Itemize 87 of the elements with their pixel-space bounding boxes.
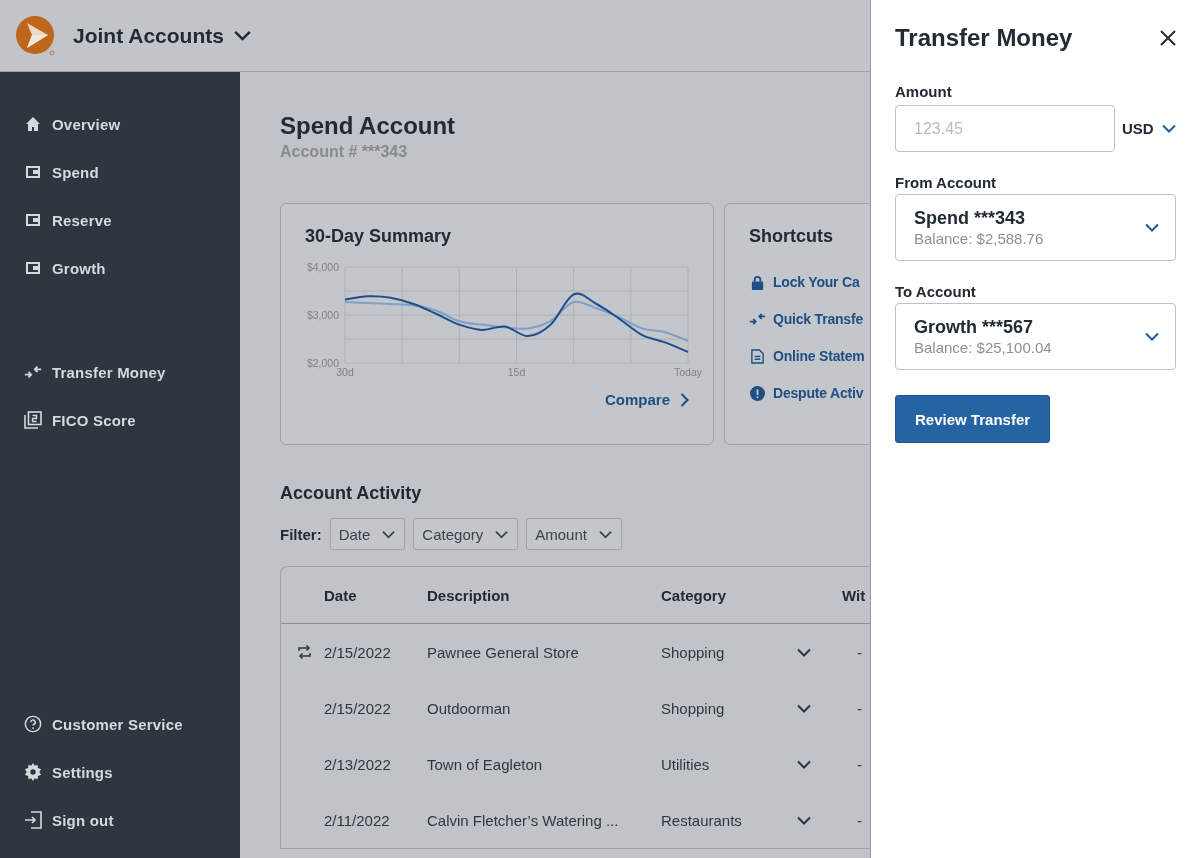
lock-icon <box>749 274 766 290</box>
from-account-select[interactable]: Spend ***343 Balance: $2,588.76 <box>895 194 1176 261</box>
account-switcher[interactable]: Joint Accounts <box>73 23 251 48</box>
currency-dropdown[interactable]: USD <box>1122 120 1176 137</box>
transfer-arrows-icon <box>24 364 42 380</box>
settings-icon <box>24 763 42 781</box>
chevron-down-icon <box>1145 223 1159 232</box>
table-cell-text: Shopping <box>661 643 726 661</box>
axis-label: Today <box>674 366 702 378</box>
transfer-arrows-icon <box>749 312 766 326</box>
chevron-down-icon <box>797 815 811 825</box>
table-cell-text: - <box>856 755 863 773</box>
wallet-icon <box>24 164 42 180</box>
compare-link[interactable]: Compare <box>604 391 689 408</box>
filter-dropdown[interactable]: Category <box>413 518 519 550</box>
chevron-down-icon <box>797 647 811 657</box>
filter-label: Filter: <box>280 525 322 543</box>
nav-item[interactable]: Transfer Money <box>0 348 240 396</box>
nav-item[interactable]: FICO Score <box>0 396 240 444</box>
table-cell-text: Utilities <box>661 755 711 773</box>
card-title: 30-Day Summary <box>305 226 453 247</box>
table-cell-text: 2/13/2022 <box>324 755 392 773</box>
chevron-down-icon <box>1161 124 1176 133</box>
chevron-down-icon <box>598 529 612 539</box>
account-number: Account # ***343 <box>280 143 409 161</box>
table-cell-text: 2/15/2022 <box>324 643 392 661</box>
close-icon <box>1160 30 1176 46</box>
field-label: From Account <box>895 174 998 191</box>
chevron-down-icon <box>495 529 509 539</box>
nav-item[interactable]: Spend <box>0 148 240 196</box>
card-title: Shortcuts <box>749 226 834 247</box>
table-cell-text: 2/15/2022 <box>324 699 392 717</box>
document-icon <box>749 348 766 364</box>
review-transfer-button[interactable]: Review Transfer <box>895 395 1051 443</box>
filter-dropdown[interactable]: Amount <box>526 518 622 550</box>
to-account-select[interactable]: Growth ***567 Balance: $25,100.04 <box>895 303 1176 370</box>
chevron-down-icon <box>1145 332 1159 341</box>
stacked-pages-icon <box>24 411 42 429</box>
table-cell-text: - <box>856 811 863 829</box>
chevron-right-icon <box>680 392 689 407</box>
column-header: Wit <box>842 586 867 604</box>
table-cell-text: Restaurants <box>661 811 743 829</box>
table-cell-text: Outdoorman <box>427 699 512 717</box>
section-title: Account Activity <box>280 483 423 504</box>
chevron-down-icon <box>797 759 811 769</box>
nav-item[interactable]: Customer Service <box>0 700 240 748</box>
wallet-icon <box>24 212 42 228</box>
axis-label: 30d <box>336 366 354 378</box>
axis-label: 15d <box>507 366 526 378</box>
axis-label: $4,000 <box>306 261 340 273</box>
amount-field[interactable]: 123.45 <box>895 105 1115 152</box>
table-cell-text: Calvin Fletcher’s Watering ... <box>427 811 620 829</box>
drawer-title: Transfer Money <box>895 24 1073 52</box>
field-label: To Account <box>895 283 977 300</box>
nav-item[interactable]: Sign out <box>0 796 240 844</box>
shortcut-link[interactable]: Online Statem <box>749 348 870 364</box>
column-header: Description <box>427 586 511 604</box>
nav-item[interactable]: Settings <box>0 748 240 796</box>
column-header: Category <box>661 586 728 604</box>
chevron-down-icon <box>797 703 811 713</box>
axis-label: $3,000 <box>306 309 340 321</box>
shortcut-link[interactable]: Lock Your Ca <box>749 274 870 290</box>
table-cell-text: Pawnee General Store <box>427 643 580 661</box>
filter-dropdown[interactable]: Date <box>329 518 406 550</box>
home-icon <box>24 116 42 132</box>
table-cell-text: Shopping <box>661 699 726 717</box>
wallet-icon <box>24 260 42 276</box>
sign-out-icon <box>24 811 42 829</box>
close-button[interactable] <box>1160 30 1176 46</box>
field-label: Amount <box>895 83 953 100</box>
alert-icon <box>749 385 766 401</box>
table-cell-text: 2/11/2022 <box>324 811 391 829</box>
shortcut-link[interactable]: Despute Activ <box>749 385 870 401</box>
page-title: Spend Account <box>280 112 457 140</box>
help-icon <box>24 714 42 734</box>
column-header: Date <box>324 586 358 604</box>
chevron-down-icon <box>382 529 396 539</box>
logo-icon <box>15 14 57 57</box>
axis-label: $2,000 <box>306 357 340 369</box>
nav-item[interactable]: Reserve <box>0 196 240 244</box>
table-cell-text: - <box>856 643 863 661</box>
chevron-down-icon <box>233 30 251 41</box>
table-cell-text: - <box>856 699 863 717</box>
nav-item[interactable]: Overview <box>0 100 240 148</box>
nav-item[interactable]: Growth <box>0 244 240 292</box>
table-cell-text: Town of Eagleton <box>427 755 544 773</box>
shortcut-link[interactable]: Quick Transfe <box>749 311 870 327</box>
